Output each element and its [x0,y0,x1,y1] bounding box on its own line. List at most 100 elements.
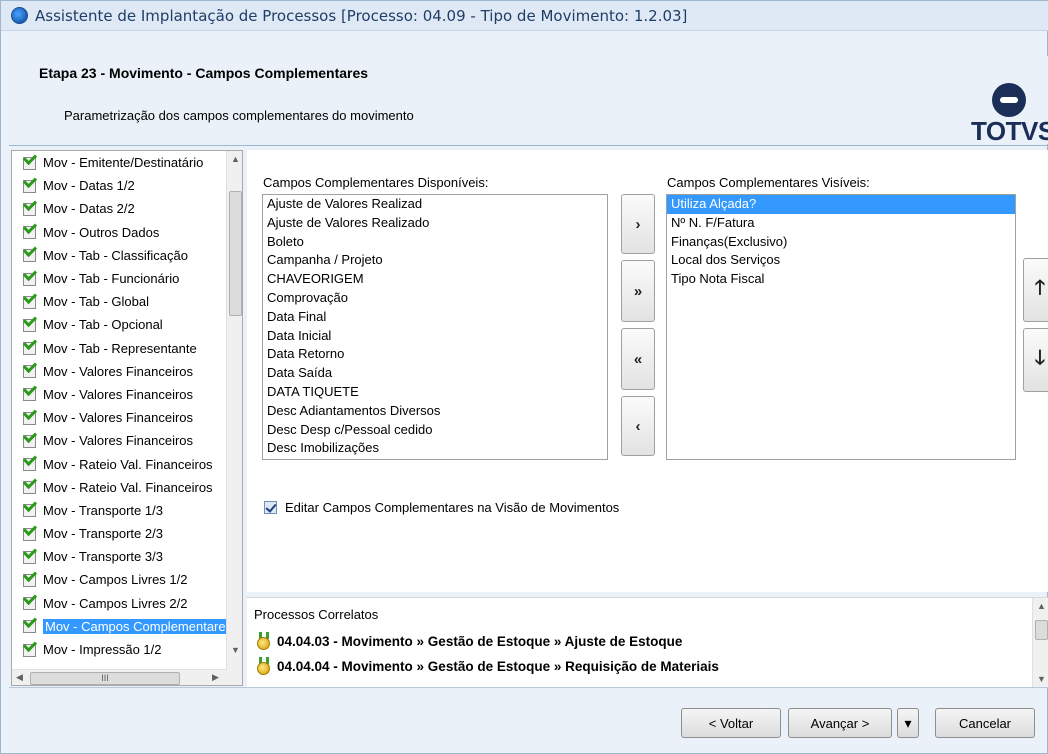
related-process-label: 04.04.03 - Movimento » Gestão de Estoque… [277,633,683,649]
tree-item-label: Mov - Transporte 1/3 [43,502,163,518]
tree-item[interactable]: Mov - Valores Financeiros [12,382,226,406]
scroll-down-icon[interactable]: ▼ [1037,674,1046,684]
scroll-left-icon[interactable]: ◀ [16,672,23,683]
tree-item[interactable]: Mov - Campos Livres 2/2 [12,591,226,615]
move-up-button[interactable]: 🡑 [1023,258,1048,322]
back-button[interactable]: < Voltar [681,708,781,738]
available-field-item[interactable]: DATA TIQUETE [263,383,607,402]
tree-item[interactable]: Mov - Valores Financeiros [12,406,226,429]
header-divider [9,145,1048,146]
checkbox-checked-icon[interactable] [264,501,277,514]
tree-item[interactable]: Mov - Valores Financeiros [12,359,226,383]
available-field-item[interactable]: Desc Adiantamentos Diversos [263,402,607,421]
visible-field-item[interactable]: Tipo Nota Fiscal [667,270,1015,289]
tree-item-label: Mov - Campos Complementares [43,618,226,634]
related-process-link[interactable]: 04.04.03 - Movimento » Gestão de Estoque… [255,632,682,650]
tree-item-label: Mov - Tab - Classificação [43,247,188,263]
tree-item[interactable]: Mov - Rateio Val. Financeiros [12,452,226,475]
step-description: Parametrização dos campos complementares… [64,108,414,123]
fields-panel: Campos Complementares Disponíveis: Ajust… [247,150,1048,592]
available-fields-label: Campos Complementares Disponíveis: [263,175,489,190]
visible-field-item[interactable]: Utiliza Alçada? [667,195,1015,214]
tree-item-label: Mov - Impressão 1/2 [43,642,162,658]
related-processes-title: Processos Correlatos [254,607,379,622]
checked-document-icon [22,220,38,240]
visible-field-item[interactable]: Local dos Serviços [667,251,1015,270]
tree-item[interactable]: Mov - Rateio Val. Financeiros [12,475,226,499]
scroll-down-icon[interactable]: ▼ [231,645,240,655]
available-field-item[interactable]: Ajuste de Valores Realizado [263,214,607,233]
visible-fields-list[interactable]: Utiliza Alçada? Nº N. F/Fatura Finanças(Ex… [666,194,1016,460]
available-field-item[interactable]: Data Final [263,308,607,327]
available-field-item[interactable]: Desc Desp c/Pessoal cedido [263,421,607,440]
available-field-item[interactable]: Data Saída [263,364,607,383]
totvs-logo-text: TOTVS [971,116,1048,146]
checked-document-icon [22,151,38,171]
tree-item-label: Mov - Tab - Funcionário [43,271,180,287]
cancel-button[interactable]: Cancelar [935,708,1035,738]
tree-item[interactable]: Mov - Tab - Representante [12,336,226,360]
available-field-item[interactable]: Ajuste de Valores Realizad [263,195,607,214]
checked-document-icon [22,197,38,217]
move-down-button[interactable]: 🡓 [1023,328,1048,392]
tree-item[interactable]: Mov - Datas 2/2 [12,197,226,220]
tree-item[interactable]: Mov - Transporte 1/3 [12,498,226,522]
visible-field-item[interactable]: Nº N. F/Fatura [667,214,1015,233]
tree-item-label: Mov - Rateio Val. Financeiros [43,456,213,472]
add-selected-button[interactable]: › [621,194,655,254]
step-tree[interactable]: Mov - Emitente/Destinatário Mov - Datas 1… [11,150,243,686]
tree-item[interactable]: Mov - Emitente/Destinatário [12,151,226,174]
checked-document-icon [22,614,38,634]
next-button[interactable]: Avançar > [788,708,892,738]
tree-item[interactable]: Mov - Tab - Classificação [12,243,226,267]
available-field-item[interactable]: CHAVEORIGEM [263,270,607,289]
tree-hscroll-thumb[interactable]: III [30,672,180,685]
remove-all-button[interactable]: « [621,328,655,390]
checked-document-icon [22,382,38,402]
tree-item[interactable]: Mov - Datas 1/2 [12,174,226,197]
tree-scroll-thumb[interactable] [229,191,242,316]
tree-item[interactable]: Mov - Tab - Global [12,290,226,313]
tree-item[interactable]: Mov - Campos Complementares [12,614,226,638]
related-process-link[interactable]: 04.04.04 - Movimento » Gestão de Estoque… [255,657,719,675]
checked-document-icon [22,290,38,310]
step-header: Etapa 23 - Movimento - Campos Complement… [9,56,1048,146]
scroll-up-icon[interactable]: ▲ [1037,601,1046,611]
available-field-item[interactable]: Data Inicial [263,327,607,346]
tree-item[interactable]: Mov - Tab - Opcional [12,313,226,336]
tree-item[interactable]: Mov - Outros Dados [12,220,226,244]
tree-item[interactable]: Mov - Campos Livres 1/2 [12,568,226,591]
visible-field-item[interactable]: Finanças(Exclusivo) [667,233,1015,252]
available-field-item[interactable]: Desc Imobilizações [263,439,607,458]
tree-item[interactable]: Mov - Valores Financeiros [12,429,226,452]
scroll-right-icon[interactable]: ▶ [212,672,219,683]
related-processes-panel: Processos Correlatos 04.04.03 - Moviment… [247,597,1048,688]
tree-item[interactable]: Mov - Transporte 3/3 [12,545,226,568]
tree-item-label: Mov - Datas 2/2 [43,201,135,217]
tree-item-label: Mov - Valores Financeiros [43,363,194,379]
related-process-label: 04.04.04 - Movimento » Gestão de Estoque… [277,658,719,674]
checked-document-icon [22,429,38,449]
remove-selected-button[interactable]: ‹ [621,396,655,456]
checked-document-icon [22,498,38,518]
add-all-button[interactable]: » [621,260,655,322]
scroll-up-icon[interactable]: ▲ [231,154,240,164]
available-field-item[interactable]: Campanha / Projeto [263,251,607,270]
available-field-item[interactable]: Boleto [263,233,607,252]
related-vertical-scrollbar[interactable]: ▲ ▼ [1032,598,1048,688]
next-menu-button[interactable]: ▾ [897,708,919,738]
tree-item-label: Mov - Valores Financeiros [43,386,194,402]
available-field-item[interactable]: Comprovação [263,289,607,308]
related-scroll-thumb[interactable] [1035,620,1048,640]
arrow-down-icon: 🡓 [1034,347,1046,369]
step-tree-items: Mov - Emitente/Destinatário Mov - Datas 1… [12,151,226,661]
available-field-item[interactable]: Data Retorno [263,345,607,364]
edit-in-view-checkbox[interactable]: Editar Campos Complementares na Visão de… [264,500,619,515]
tree-item[interactable]: Mov - Transporte 2/3 [12,522,226,545]
tree-horizontal-scrollbar[interactable]: ◀ III ▶ [12,669,226,685]
tree-item[interactable]: Mov - Impressão 1/2 [12,637,226,661]
tree-item[interactable]: Mov - Tab - Funcionário [12,266,226,290]
available-fields-list[interactable]: Ajuste de Valores Realizad Ajuste de Valo… [262,194,608,460]
tree-vertical-scrollbar[interactable]: ▲ ▼ [226,151,242,669]
medal-icon [255,657,273,675]
